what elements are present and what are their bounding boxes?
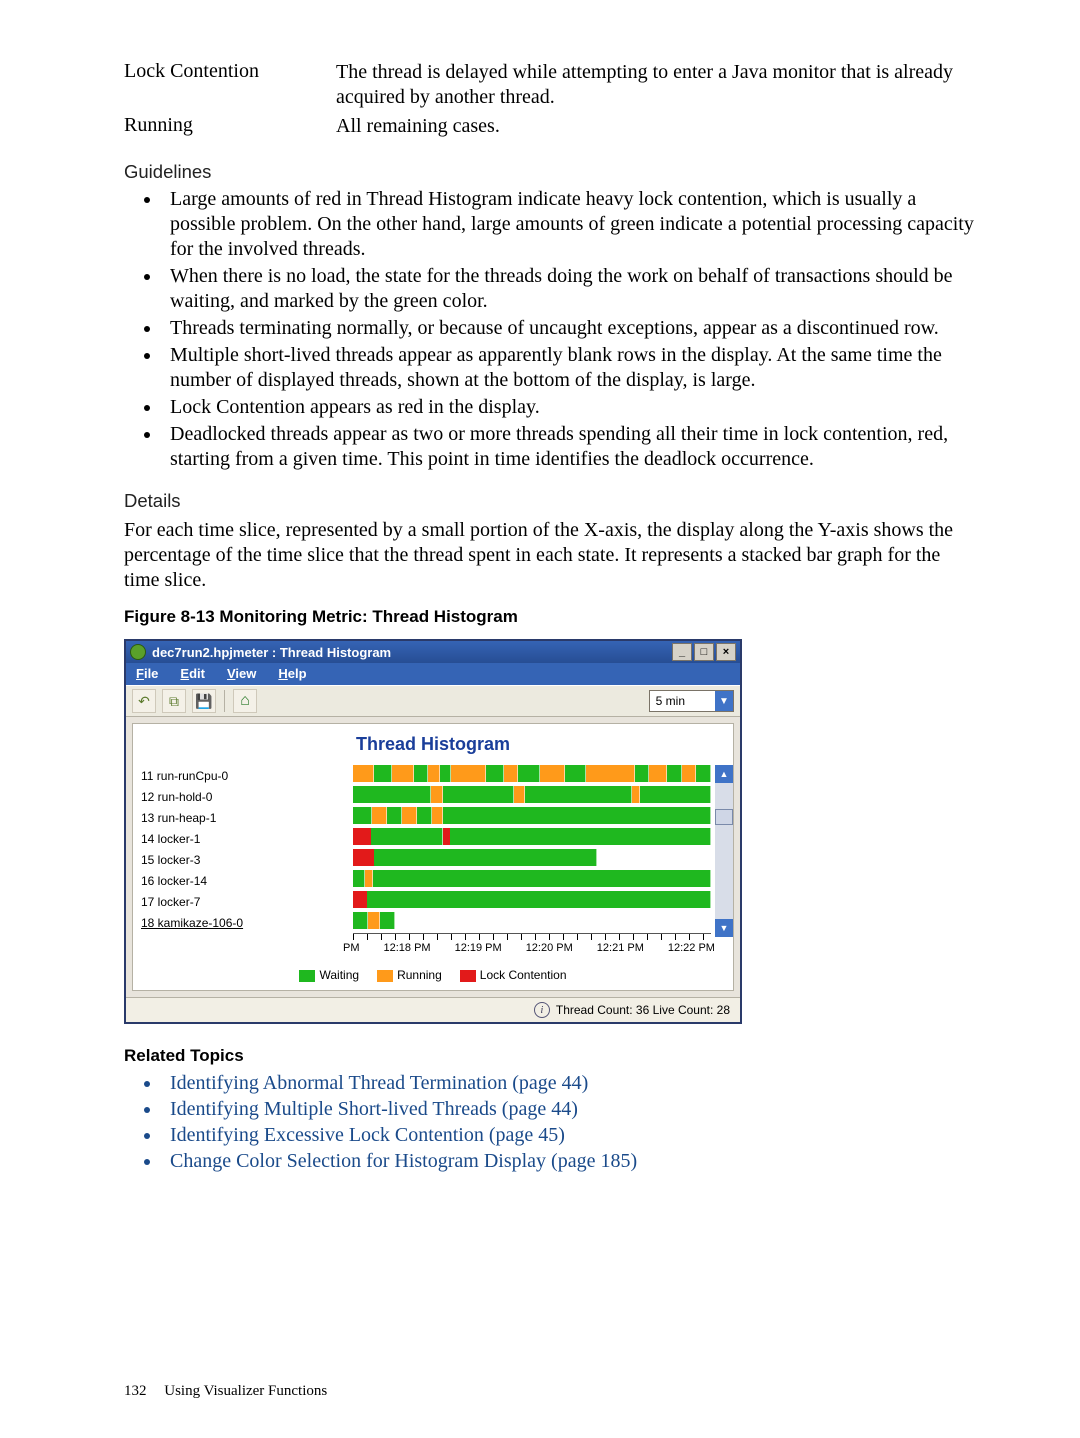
x-tick: 12:21 PM: [597, 942, 644, 954]
thread-row: [353, 786, 711, 803]
x-tick: 12:22 PM: [668, 942, 715, 954]
close-button[interactable]: ×: [716, 643, 736, 661]
menubar: File Edit View Help: [126, 663, 740, 685]
thread-label: 14 locker-1: [141, 828, 353, 849]
legend-swatch-waiting: [299, 970, 315, 982]
legend-label: Running: [397, 968, 442, 982]
related-topics-list: Identifying Abnormal Thread Termination …: [124, 1070, 978, 1174]
chart-panel: Thread Histogram 11 run-runCpu-0 12 run-…: [132, 723, 734, 991]
time-range-select[interactable]: 5 min ▼: [649, 690, 734, 712]
menu-help[interactable]: Help: [278, 666, 306, 681]
legend-swatch-lock: [460, 970, 476, 982]
list-item: When there is no load, the state for the…: [162, 264, 978, 314]
thread-label[interactable]: 18 kamikaze-106-0: [141, 912, 353, 933]
toolbar: ↶ ⧉ 💾 ⌂ 5 min ▼: [126, 685, 740, 717]
app-window: dec7run2.hpjmeter : Thread Histogram _ □…: [124, 639, 742, 1024]
thread-label: 16 locker-14: [141, 870, 353, 891]
menu-edit[interactable]: Edit: [180, 666, 205, 681]
thread-label: 13 run-heap-1: [141, 807, 353, 828]
time-range-value: 5 min: [650, 692, 715, 710]
window-title: dec7run2.hpjmeter : Thread Histogram: [152, 645, 391, 660]
related-topics-heading: Related Topics: [124, 1046, 978, 1066]
x-tick: 12:20 PM: [526, 942, 573, 954]
details-heading: Details: [124, 490, 978, 512]
thread-row: [353, 849, 711, 866]
scroll-thumb[interactable]: [715, 809, 733, 825]
related-link[interactable]: Identifying Excessive Lock Contention (p…: [170, 1124, 565, 1146]
x-tick: 12:18 PM: [384, 942, 431, 954]
x-tick: 12:19 PM: [455, 942, 502, 954]
status-bar: i Thread Count: 36 Live Count: 28: [126, 997, 740, 1022]
vertical-scrollbar[interactable]: ▲ ▼: [715, 765, 733, 937]
home-button[interactable]: ⌂: [233, 689, 257, 713]
chevron-down-icon: ▼: [715, 691, 733, 711]
copy-button[interactable]: ⧉: [162, 689, 186, 713]
histogram-chart: PM 12:18 PM 12:19 PM 12:20 PM 12:21 PM 1…: [353, 765, 733, 958]
chart-legend: Waiting Running Lock Contention: [133, 958, 733, 982]
thread-label: 11 run-runCpu-0: [141, 765, 353, 786]
thread-row: [353, 891, 711, 908]
related-link[interactable]: Change Color Selection for Histogram Dis…: [170, 1150, 637, 1172]
thread-row: [353, 870, 711, 887]
scroll-track[interactable]: [715, 783, 733, 919]
guidelines-list: Large amounts of red in Thread Histogram…: [124, 187, 978, 472]
list-item: Threads terminating normally, or because…: [162, 316, 978, 341]
thread-row: [353, 828, 711, 845]
chart-title: Thread Histogram: [133, 730, 733, 765]
save-button[interactable]: 💾: [192, 689, 216, 713]
thread-label: 15 locker-3: [141, 849, 353, 870]
related-link[interactable]: Identifying Abnormal Thread Termination …: [170, 1072, 588, 1094]
thread-row: [353, 765, 711, 782]
toolbar-separator: [224, 690, 225, 712]
definition-list: Lock Contention The thread is delayed wh…: [124, 60, 978, 143]
list-item: Multiple short-lived threads appear as a…: [162, 343, 978, 393]
related-link[interactable]: Identifying Multiple Short-lived Threads…: [170, 1098, 578, 1120]
info-icon: i: [534, 1002, 550, 1018]
thread-row: [353, 912, 711, 929]
thread-label: 12 run-hold-0: [141, 786, 353, 807]
list-item: Lock Contention appears as red in the di…: [162, 395, 978, 420]
x-axis: PM 12:18 PM 12:19 PM 12:20 PM 12:21 PM 1…: [353, 933, 711, 958]
legend-label: Lock Contention: [480, 968, 567, 982]
x-tick: PM: [343, 942, 360, 954]
list-item: Large amounts of red in Thread Histogram…: [162, 187, 978, 262]
thread-labels: 11 run-runCpu-0 12 run-hold-0 13 run-hea…: [133, 765, 353, 958]
def-term: Running: [124, 114, 336, 143]
guidelines-heading: Guidelines: [124, 161, 978, 183]
minimize-button[interactable]: _: [672, 643, 692, 661]
figure-caption: Figure 8-13 Monitoring Metric: Thread Hi…: [124, 607, 978, 627]
page-number: 132: [124, 1383, 147, 1399]
scroll-down-icon[interactable]: ▼: [715, 919, 733, 937]
list-item: Deadlocked threads appear as two or more…: [162, 422, 978, 472]
menu-file[interactable]: File: [136, 666, 158, 681]
legend-swatch-running: [377, 970, 393, 982]
footer-text: Using Visualizer Functions: [164, 1383, 327, 1399]
def-desc: All remaining cases.: [336, 114, 978, 143]
menu-view[interactable]: View: [227, 666, 256, 681]
back-button[interactable]: ↶: [132, 689, 156, 713]
def-desc: The thread is delayed while attempting t…: [336, 60, 978, 114]
maximize-button[interactable]: □: [694, 643, 714, 661]
thread-row: [353, 807, 711, 824]
legend-label: Waiting: [319, 968, 359, 982]
page-footer: 132 Using Visualizer Functions: [124, 1383, 327, 1400]
status-text: Thread Count: 36 Live Count: 28: [556, 1003, 730, 1017]
app-icon: [130, 644, 146, 660]
details-paragraph: For each time slice, represented by a sm…: [124, 518, 978, 593]
scroll-up-icon[interactable]: ▲: [715, 765, 733, 783]
def-term: Lock Contention: [124, 60, 336, 114]
thread-label: 17 locker-7: [141, 891, 353, 912]
window-titlebar[interactable]: dec7run2.hpjmeter : Thread Histogram _ □…: [126, 641, 740, 663]
